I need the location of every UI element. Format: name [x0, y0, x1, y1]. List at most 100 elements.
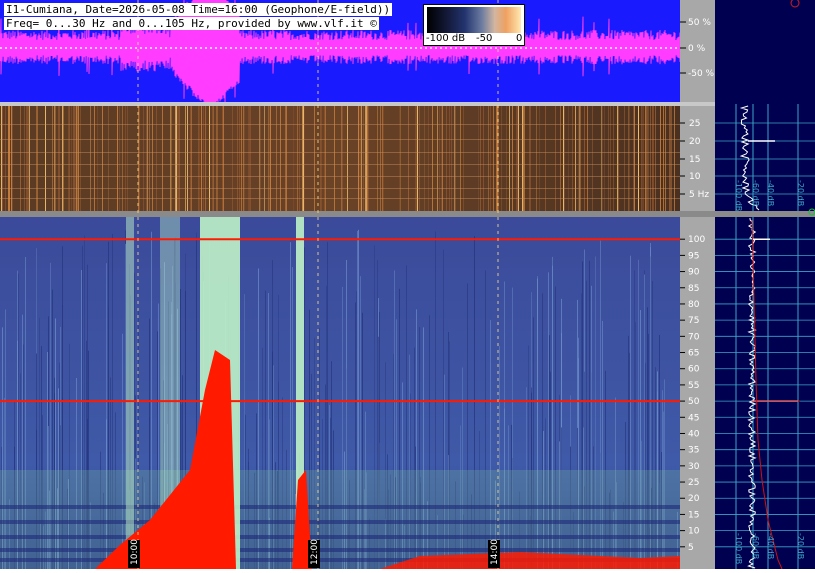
upper-spectrogram-streak	[203, 106, 204, 211]
upper-spectrogram-streak	[324, 106, 325, 211]
upper-spectrogram-streak	[268, 106, 269, 211]
upper-spectrogram-streak	[516, 106, 517, 211]
upper-spectrogram-streak	[185, 106, 186, 211]
upper-spectrogram-streak	[239, 106, 240, 211]
lower-tick-label: 75	[688, 316, 699, 326]
upper-spectrogram-streak	[223, 106, 224, 211]
low-frequency-band	[0, 535, 680, 539]
upper-spectrum-db-label: -100 dB	[734, 180, 743, 211]
upper-spectrogram-streak	[299, 106, 300, 211]
upper-spectrogram-streak	[363, 106, 364, 211]
upper-spectrogram-streak	[604, 106, 605, 211]
upper-spectrogram-streak	[249, 106, 250, 211]
spectrogram-figure: 50 % 0 % -50 % 25 20 15 10 5 Hz 10:00 12:00 14:00 1…	[0, 0, 815, 570]
upper-spectrogram-streak	[382, 106, 383, 211]
lower-tick-label: 40	[688, 429, 700, 439]
upper-spectrogram-streak	[177, 106, 178, 211]
upper-spectrogram-streak	[645, 106, 646, 211]
upper-spectrogram-streak	[480, 106, 481, 211]
upper-spectrogram-streak	[417, 106, 418, 211]
upper-spectrogram-streak	[285, 106, 286, 211]
upper-spectrogram-streak	[37, 106, 38, 211]
upper-spectrogram-streak	[8, 106, 9, 211]
upper-spectrogram-streak	[377, 106, 378, 211]
upper-spectrogram-streak	[490, 106, 491, 211]
upper-spectrogram-streak	[424, 106, 425, 211]
upper-spectrogram-streak	[302, 106, 303, 211]
upper-spectrogram-streak	[198, 106, 199, 211]
upper-spectrogram-streak	[78, 106, 79, 211]
upper-spectrogram-streak	[449, 106, 450, 211]
upper-spectrum-db-label: -40 dB	[766, 180, 775, 206]
upper-spectrogram-streak	[608, 106, 609, 211]
upper-spectrogram-streak	[5, 106, 6, 211]
upper-spectrogram-streak	[522, 106, 523, 211]
upper-spectrogram-streak	[143, 106, 144, 211]
upper-spectrogram-streak	[304, 106, 305, 211]
upper-spectrogram-streak	[191, 106, 192, 211]
upper-spectrogram-band	[0, 164, 680, 165]
upper-spectrogram-streak	[119, 106, 120, 211]
upper-spectrogram-streak	[454, 106, 455, 211]
upper-spectrogram-streak	[45, 106, 46, 211]
upper-spectrogram-streak	[90, 106, 91, 211]
upper-spectrogram-streak	[524, 106, 525, 211]
lower-tick-label: 80	[688, 300, 700, 310]
upper-spectrogram-streak	[618, 106, 619, 211]
upper-spectrogram-streak	[199, 106, 200, 211]
upper-spectrogram-streak	[244, 106, 245, 211]
upper-spectrogram-streak	[237, 106, 238, 211]
upper-spectrogram-streak	[650, 106, 651, 211]
upper-spectrogram-streak	[460, 106, 461, 211]
upper-spectrogram-streak	[29, 106, 30, 211]
upper-spectrogram-streak	[71, 106, 72, 211]
upper-spectrogram-streak	[578, 106, 579, 211]
upper-spectrogram-streak	[127, 106, 128, 211]
upper-spectrogram-streak	[584, 106, 585, 211]
upper-spectrogram-streak	[58, 106, 59, 211]
low-frequency-band	[0, 520, 680, 524]
upper-spectrogram-streak	[647, 106, 648, 211]
upper-spectrogram-streak	[671, 106, 672, 211]
low-frequency-band	[0, 548, 680, 552]
upper-spectrogram-streak	[665, 106, 666, 211]
upper-spectrogram-streak	[303, 106, 304, 211]
colorbar-label-mid: -50	[476, 33, 493, 44]
upper-spectrogram-streak	[512, 106, 513, 211]
upper-spectrogram-streak	[216, 106, 217, 211]
upper-spectrogram-streak	[147, 106, 148, 211]
upper-spectrogram-streak	[400, 106, 401, 211]
upper-spectrogram-streak	[264, 106, 265, 211]
emission-burst	[126, 217, 134, 569]
upper-spectrogram-streak	[286, 106, 287, 211]
lower-tick-label: 25	[688, 478, 699, 488]
upper-spectrogram-streak	[176, 106, 177, 211]
upper-spectrogram-band	[0, 198, 680, 199]
upper-spectrogram-band	[0, 176, 680, 177]
upper-tick-label: 5 Hz	[689, 190, 709, 200]
upper-spectrogram-streak	[297, 106, 298, 211]
upper-spectrogram-streak	[217, 106, 218, 211]
upper-spectrogram-streak	[587, 106, 588, 211]
upper-spectrogram-streak	[212, 106, 213, 211]
upper-spectrogram-streak	[655, 106, 656, 211]
upper-spectrogram-streak	[358, 106, 359, 211]
upper-spectrogram-band	[0, 139, 680, 140]
upper-spectrogram-streak	[325, 106, 326, 211]
upper-tick-label: 20	[689, 137, 701, 147]
upper-spectrogram-streak	[232, 106, 233, 211]
upper-spectrogram-streak	[108, 106, 109, 211]
upper-spectrogram-streak	[243, 106, 244, 211]
upper-spectrogram-streak	[610, 106, 611, 211]
upper-spectrogram-streak	[77, 106, 78, 211]
upper-spectrogram-streak	[11, 106, 12, 211]
upper-spectrogram-streak	[380, 106, 381, 211]
upper-spectrogram-streak	[241, 106, 242, 211]
upper-spectrogram-streak	[213, 106, 214, 211]
upper-spectrogram-streak	[496, 106, 497, 211]
upper-spectrogram-streak	[156, 106, 157, 211]
upper-spectrogram-streak	[383, 106, 384, 211]
upper-spectrogram-streak	[248, 106, 249, 211]
waveform-tick-label: 50 %	[688, 18, 711, 28]
lower-tick-label: 55	[688, 381, 699, 391]
